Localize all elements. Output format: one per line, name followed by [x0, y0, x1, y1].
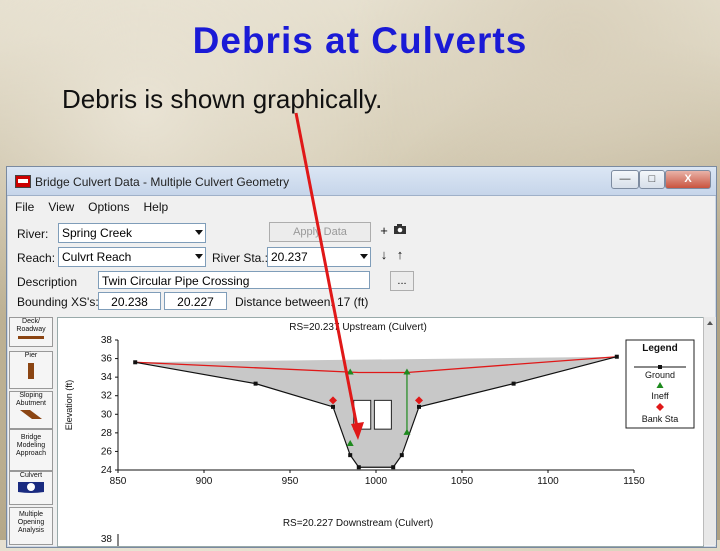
culvert-label: Culvert [19, 472, 43, 479]
editor-toolbar: Deck/ Roadway Pier Sloping Abutment Brid… [9, 317, 53, 545]
bridge-modeling-approach-button[interactable]: Bridge Modeling Approach [9, 429, 53, 471]
deck-icon [18, 336, 44, 339]
legend-ground-label: Ground [645, 370, 675, 380]
bridge-culvert-window: Bridge Culvert Data - Multiple Culvert G… [6, 166, 717, 548]
slide-title: Debris at Culverts [192, 20, 528, 61]
legend-ground-marker [658, 365, 662, 369]
ground-point [253, 381, 258, 386]
pier-label: Pier [24, 352, 38, 359]
close-button[interactable]: X [665, 170, 711, 189]
ground-point [133, 360, 138, 365]
chart-title: RS=20.237 Upstream (Culvert) [289, 322, 427, 333]
up-arrow-icon[interactable]: ↑ [392, 247, 408, 263]
y-axis-label: Elevation (ft) [64, 380, 74, 431]
menu-options[interactable]: Options [80, 197, 135, 214]
river-value: Spring Creek [62, 226, 133, 240]
ground-point [356, 465, 361, 470]
slide-subtitle: Debris is shown graphically. [62, 84, 383, 114]
y-tick-label: 30 [101, 409, 113, 420]
plot-scrollbar[interactable] [703, 317, 716, 545]
culvert-button[interactable]: Culvert [9, 471, 53, 505]
y-tick-label: 38 [101, 335, 113, 346]
culvert-opening [373, 399, 392, 430]
multiple-opening-label: Multiple Opening Analysis [17, 511, 45, 534]
minimize-button[interactable]: — [611, 170, 639, 189]
chevron-down-icon [195, 230, 203, 235]
river-sta-label: River Sta.: [212, 251, 269, 265]
river-sta-select[interactable]: 20.237 [267, 247, 371, 267]
river-select[interactable]: Spring Creek [58, 223, 206, 243]
cross-section-plot: RS=20.237 Upstream (Culvert) Elevation (f… [57, 317, 704, 547]
legend-title: Legend [642, 343, 678, 354]
deck-roadway-button[interactable]: Deck/ Roadway [9, 317, 53, 347]
menu-help[interactable]: Help [136, 197, 175, 214]
bounding-label: Bounding XS's: [17, 295, 99, 309]
distance-label: Distance between: [235, 295, 334, 309]
ground-point [614, 354, 619, 359]
deck-roadway-label: Deck/ Roadway [16, 318, 46, 333]
culvert-icon [18, 482, 44, 493]
y-tick-label: 32 [101, 391, 113, 402]
culvert-opening [353, 399, 372, 430]
ground-point [399, 453, 404, 458]
x-tick-label: 1150 [623, 476, 645, 487]
window-title: Bridge Culvert Data - Multiple Culvert G… [35, 175, 290, 189]
bounding-down-field[interactable]: 20.227 [164, 292, 227, 310]
reach-label: Reach: [17, 251, 56, 265]
multiple-opening-analysis-button[interactable]: Multiple Opening Analysis [9, 507, 53, 545]
legend-bank-label: Bank Sta [642, 414, 679, 424]
river-sta-value: 20.237 [271, 250, 308, 264]
bridge-modeling-label: Bridge Modeling Approach [16, 434, 46, 457]
reach-select[interactable]: Culvrt Reach [58, 247, 206, 267]
y-tick-label: 28 [101, 428, 113, 439]
sloping-abutment-label: Sloping Abutment [16, 392, 46, 407]
window-titlebar[interactable]: Bridge Culvert Data - Multiple Culvert G… [7, 167, 716, 196]
apply-data-button[interactable]: Apply Data [269, 222, 371, 242]
pier-icon [28, 363, 34, 379]
description-label: Description [17, 275, 78, 289]
ground-point [331, 404, 335, 409]
down-arrow-icon[interactable]: ↓ [376, 247, 392, 263]
pier-button[interactable]: Pier [9, 351, 53, 389]
legend-ineff-label: Ineff [651, 391, 669, 401]
chevron-down-icon [360, 254, 368, 259]
add-icon[interactable]: + [376, 223, 392, 239]
x-tick-label: 950 [282, 476, 299, 487]
reach-value: Culvrt Reach [62, 250, 132, 264]
menu-view[interactable]: View [40, 197, 80, 214]
more-button[interactable]: ... [390, 271, 414, 291]
y-tick-label: 34 [101, 372, 113, 383]
downstream-title: RS=20.227 Downstream (Culvert) [283, 518, 433, 529]
description-field[interactable]: Twin Circular Pipe Crossing [98, 271, 370, 289]
cross-section-chart: RS=20.237 Upstream (Culvert) Elevation (f… [64, 322, 695, 546]
bounding-up-field[interactable]: 20.238 [98, 292, 161, 310]
x-tick-label: 1050 [451, 476, 474, 487]
river-label: River: [17, 227, 49, 241]
ground-point [511, 381, 516, 386]
chevron-down-icon [195, 254, 203, 259]
x-tick-label: 900 [196, 476, 213, 487]
camera-icon[interactable] [392, 223, 408, 239]
x-tick-label: 1100 [537, 476, 559, 487]
x-tick-label: 1000 [365, 476, 388, 487]
sloping-abutment-button[interactable]: Sloping Abutment [9, 391, 53, 429]
ground-point [348, 453, 353, 458]
x-tick-label: 850 [110, 476, 127, 487]
ground-point [391, 465, 396, 470]
app-icon [15, 175, 31, 188]
y-tick-label: 36 [101, 354, 113, 365]
menu-bar: File View Options Help [7, 197, 716, 215]
y-tick-label: 24 [101, 465, 113, 476]
y-tick-label: 26 [101, 446, 113, 457]
distance-value: 17 (ft) [337, 295, 369, 309]
maximize-button[interactable]: □ [639, 170, 665, 189]
menu-file[interactable]: File [7, 197, 40, 214]
ground-point [417, 404, 421, 409]
abutment-icon [20, 410, 42, 419]
